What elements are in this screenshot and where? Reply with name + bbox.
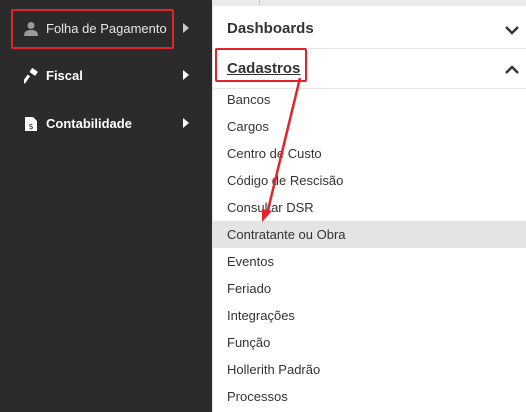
sidebar-item-label: Fiscal bbox=[46, 68, 83, 83]
sidebar: Folha de Pagamento Fiscal $ Contabilidad… bbox=[0, 0, 212, 412]
menu-top-strip bbox=[213, 0, 526, 6]
chevron-right-icon bbox=[182, 69, 190, 81]
menu-item-hollerith-padrao[interactable]: Hollerith Padrão bbox=[213, 356, 526, 383]
menu-item-label: Contratante ou Obra bbox=[227, 227, 346, 242]
chevron-up-icon bbox=[505, 62, 519, 74]
menu-item-centro-de-custo[interactable]: Centro de Custo bbox=[213, 140, 526, 167]
menu-item-label: Cargos bbox=[227, 119, 269, 134]
menu-item-feriado[interactable]: Feriado bbox=[213, 275, 526, 302]
section-cadastros[interactable]: Cadastros bbox=[213, 48, 526, 89]
chevron-down-icon bbox=[505, 22, 519, 35]
menu-item-label: Feriado bbox=[227, 281, 272, 296]
menu-item-consultar-dsr[interactable]: Consultar DSR bbox=[213, 194, 526, 221]
top-strip-divider bbox=[259, 0, 260, 6]
menu-item-contratante-ou-obra[interactable]: Contratante ou Obra bbox=[213, 221, 526, 248]
chevron-right-icon bbox=[182, 117, 190, 129]
menu-item-eventos[interactable]: Eventos bbox=[213, 248, 526, 275]
menu-item-label: Centro de Custo bbox=[227, 146, 322, 161]
menu-item-bancos[interactable]: Bancos bbox=[213, 86, 526, 113]
menu-item-funcao[interactable]: Função bbox=[213, 329, 526, 356]
sidebar-item-contabilidade[interactable]: $ Contabilidade bbox=[0, 104, 212, 144]
sidebar-item-folha-de-pagamento[interactable]: Folha de Pagamento bbox=[0, 9, 212, 49]
sidebar-item-fiscal[interactable]: Fiscal bbox=[0, 56, 212, 96]
menu-item-label: Eventos bbox=[227, 254, 274, 269]
menu-item-integracoes[interactable]: Integrações bbox=[213, 302, 526, 329]
section-dashboards[interactable]: Dashboards bbox=[213, 8, 526, 49]
menu-item-label: Bancos bbox=[227, 92, 271, 107]
sidebar-item-label: Folha de Pagamento bbox=[46, 21, 167, 36]
menu-item-label: Código de Rescisão bbox=[227, 173, 344, 188]
menu-item-codigo-de-rescisao[interactable]: Código de Rescisão bbox=[213, 167, 526, 194]
menu-item-cargos[interactable]: Cargos bbox=[213, 113, 526, 140]
menu-item-label: Consultar DSR bbox=[227, 200, 314, 215]
hammer-icon bbox=[22, 68, 38, 84]
submenu-panel: Dashboards Cadastros Bancos Cargos Centr… bbox=[212, 0, 526, 412]
section-title: Cadastros bbox=[227, 60, 301, 77]
svg-text:$: $ bbox=[28, 122, 33, 131]
sidebar-item-label: Contabilidade bbox=[46, 116, 132, 131]
menu-item-label: Função bbox=[227, 335, 271, 350]
menu-item-label: Processos bbox=[227, 389, 288, 404]
chevron-right-icon bbox=[182, 22, 190, 34]
user-icon bbox=[24, 21, 38, 37]
section-title: Dashboards bbox=[227, 20, 314, 37]
menu-item-processos[interactable]: Processos bbox=[213, 383, 526, 410]
menu-item-label: Integrações bbox=[227, 308, 295, 323]
menu-item-label: Hollerith Padrão bbox=[227, 362, 321, 377]
document-dollar-icon: $ bbox=[24, 116, 38, 132]
